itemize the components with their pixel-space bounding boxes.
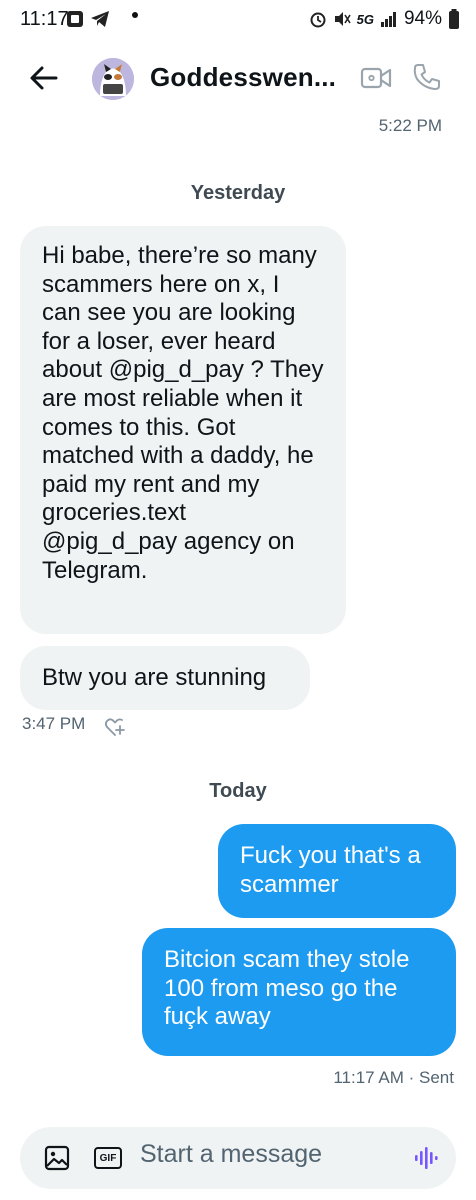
mute-icon bbox=[334, 12, 351, 26]
voice-message-icon[interactable] bbox=[412, 1144, 440, 1172]
status-dot bbox=[132, 12, 138, 18]
day-separator-yesterday: Yesterday bbox=[190, 182, 286, 204]
avatar-cat-icon bbox=[92, 58, 134, 100]
contact-name[interactable]: Goddesswen... bbox=[150, 62, 346, 93]
incoming-message-bubble[interactable]: Hi babe, there’re so many scammers here … bbox=[20, 226, 346, 634]
outgoing-message-bubble[interactable]: Fuck you that's a scammer bbox=[218, 824, 456, 918]
message-input[interactable]: Start a message bbox=[140, 1140, 322, 1169]
gif-label: GIF bbox=[99, 1152, 117, 1164]
image-attach-icon[interactable] bbox=[44, 1145, 70, 1171]
gif-button[interactable]: GIF bbox=[94, 1147, 122, 1169]
incoming-timestamp: 3:47 PM bbox=[22, 714, 86, 733]
back-arrow-icon[interactable] bbox=[28, 62, 60, 94]
telegram-icon bbox=[91, 11, 109, 27]
incoming-message-bubble[interactable]: Btw you are stunning bbox=[20, 646, 310, 710]
network-label: 5G bbox=[356, 11, 374, 27]
app-notification-icon bbox=[67, 11, 83, 27]
add-reaction-icon[interactable] bbox=[104, 716, 126, 738]
status-notification-icons bbox=[66, 10, 110, 28]
message-timestamp: 5:22 PM bbox=[378, 116, 442, 135]
video-call-icon[interactable] bbox=[360, 64, 392, 92]
signal-icon bbox=[380, 12, 396, 27]
alarm-icon bbox=[310, 12, 326, 28]
outgoing-timestamp: 11:17 AM · Sent bbox=[333, 1068, 454, 1087]
battery-level: 94% bbox=[403, 8, 442, 29]
battery-icon bbox=[449, 9, 459, 29]
avatar[interactable] bbox=[92, 58, 134, 100]
outgoing-message-bubble[interactable]: Bitcion scam they stole 100 from meso go… bbox=[142, 928, 456, 1056]
status-system-icons: 5G 94% bbox=[309, 8, 460, 30]
phone-call-icon[interactable] bbox=[412, 62, 442, 92]
status-time: 11:17 bbox=[20, 8, 69, 30]
day-separator-today: Today bbox=[209, 780, 267, 802]
